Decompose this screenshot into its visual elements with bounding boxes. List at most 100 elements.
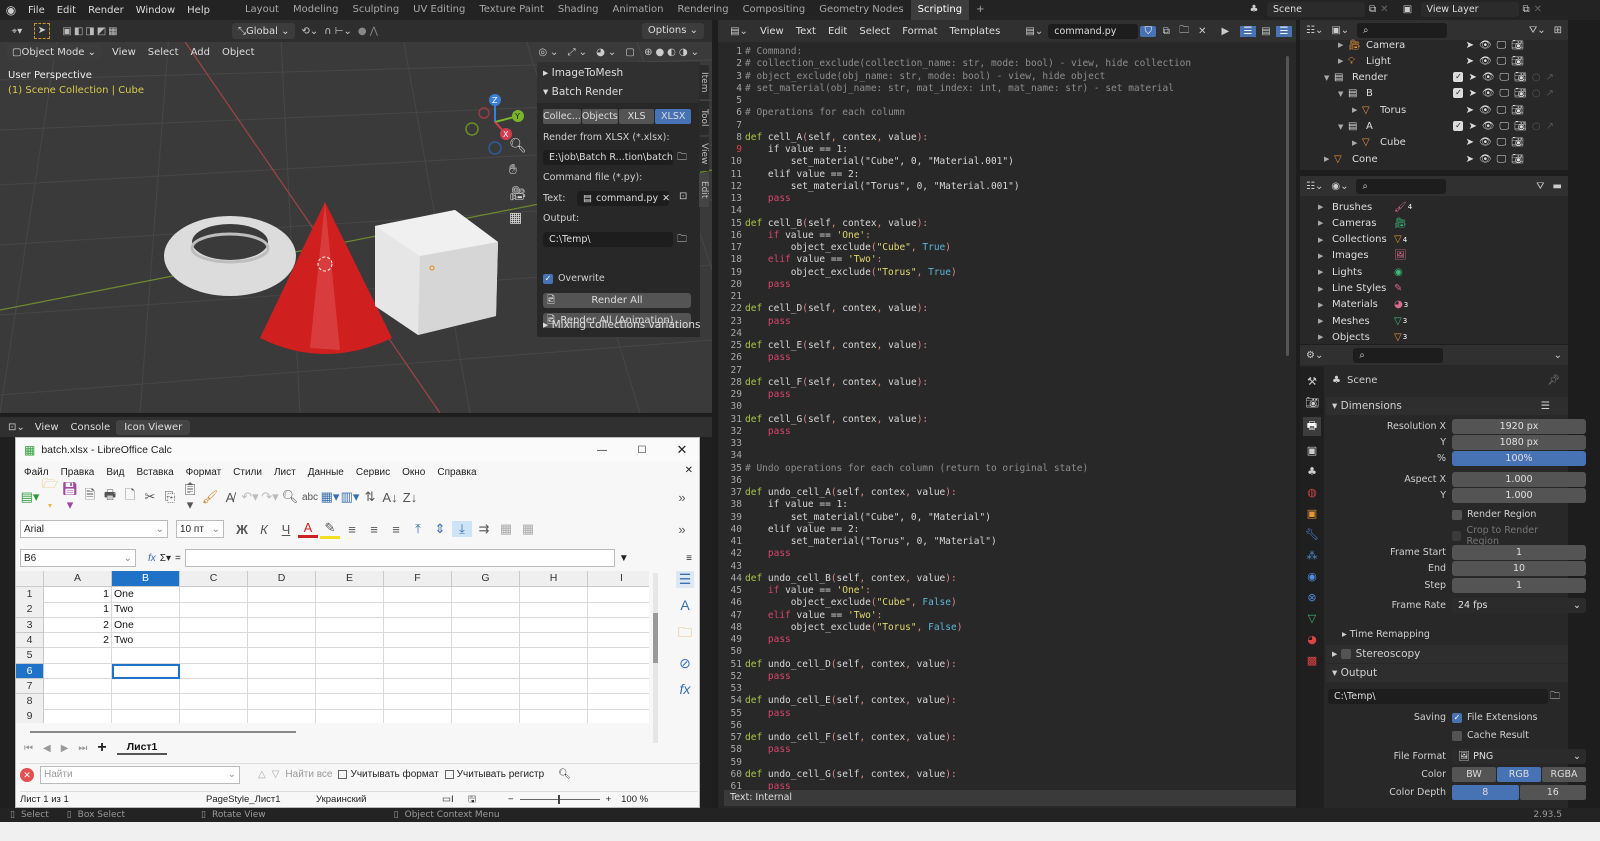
code-line[interactable]: 57 def undo_cell_F(self, contex, value):	[724, 732, 1284, 744]
row-header[interactable]: 9	[16, 709, 44, 723]
code-line[interactable]: 1 # Command:	[724, 46, 1284, 58]
editor-menu-format[interactable]: Format	[896, 26, 943, 37]
cell-c6[interactable]	[180, 663, 248, 679]
console-menu-icon-viewer[interactable]: Icon Viewer	[116, 419, 191, 435]
cell-d6[interactable]	[248, 663, 316, 679]
object-tab-icon[interactable]: ▣	[1307, 507, 1317, 520]
cell-b8[interactable]	[112, 694, 180, 710]
editor-type-icon[interactable]: ☷⌄	[1306, 181, 1323, 192]
code-line[interactable]: 33	[724, 438, 1284, 450]
pivot-icon[interactable]: ⟲⌄	[301, 26, 318, 37]
find-previous-icon[interactable]: △	[258, 769, 266, 780]
cell-c4[interactable]	[180, 632, 248, 649]
sidebar-tab-view[interactable]: View	[699, 137, 709, 171]
code-line[interactable]: 3 # object_exclude(obj_name: str, mode: b…	[724, 71, 1284, 83]
ortho-toggle-icon[interactable]: ▦	[509, 210, 527, 226]
code-line[interactable]: 22 def cell_D(self, contex, value):	[724, 303, 1284, 315]
render-icon[interactable]: 📷︎	[1514, 72, 1527, 83]
exclude-checkbox[interactable]: ✓	[1453, 121, 1464, 131]
expand-icon[interactable]: ▶	[1318, 333, 1328, 341]
cell-h8[interactable]	[520, 694, 588, 710]
selectable-icon[interactable]: ➤	[1466, 105, 1474, 116]
editor-menu-text[interactable]: Text	[790, 26, 822, 37]
calc-menu-item[interactable]: Правка	[55, 467, 101, 478]
row-header[interactable]: 4	[16, 632, 44, 649]
cell-i7[interactable]	[588, 679, 649, 695]
console-menu-console[interactable]: Console	[65, 422, 117, 433]
batch-tab-objects[interactable]: Objects	[581, 109, 618, 124]
cell-d1[interactable]	[248, 587, 316, 603]
select-all-corner[interactable]	[16, 571, 44, 587]
sum-icon[interactable]: Σ▾	[160, 553, 171, 564]
render-icon[interactable]: 📷︎	[1514, 121, 1527, 132]
properties-deck-icon[interactable]: ☰	[675, 571, 695, 588]
code-line[interactable]: 45 if value == 'One':	[724, 585, 1284, 597]
editor-type-icon[interactable]: ⌖▾	[6, 26, 28, 37]
code-line[interactable]: 27	[724, 365, 1284, 377]
font-color-icon[interactable]: A	[298, 520, 318, 538]
code-line[interactable]: 51 def undo_cell_D(self, contex, value):	[724, 659, 1284, 671]
tab-compositing[interactable]: Compositing	[736, 0, 813, 20]
cell-d8[interactable]	[248, 694, 316, 710]
orphan-icon[interactable]: ▬	[1553, 181, 1562, 192]
cut-icon[interactable]: ✂	[140, 489, 160, 505]
syntax-highlight-toggle-icon[interactable]: ☰	[1276, 25, 1292, 37]
cell-c7[interactable]	[180, 678, 248, 695]
viewport-display-icon[interactable]: 🖵	[1497, 56, 1507, 67]
cell-c5[interactable]	[180, 648, 248, 664]
undo-icon[interactable]: ↶▾	[240, 489, 260, 505]
cell-a4[interactable]: 2	[44, 632, 112, 649]
outliner-search-field[interactable]: ⌕	[1357, 22, 1448, 38]
properties-search-field[interactable]: ⌕	[1353, 347, 1444, 363]
render-icon[interactable]: 📷︎	[1511, 40, 1524, 51]
merge-cells-icon[interactable]: ▦	[496, 521, 516, 537]
code-line[interactable]: 32 pass	[724, 426, 1284, 438]
select-mode-icons[interactable]: ▣◧◨◩▦	[56, 26, 126, 37]
blend-item-lights[interactable]: ▶ Lights ◉	[1300, 264, 1568, 280]
cell-e7[interactable]	[316, 678, 384, 695]
align-middle-icon[interactable]: ⇕	[430, 521, 450, 537]
clone-formatting-icon[interactable]: 🖌︎	[200, 489, 220, 505]
viewport-display-icon[interactable]: 🖵	[1500, 88, 1510, 99]
row-header[interactable]: 8	[16, 694, 44, 710]
expand-icon[interactable]: ▶	[1338, 41, 1348, 49]
cell-d2[interactable]	[248, 602, 316, 618]
code-line[interactable]: 31 def cell_G(self, contex, value):	[724, 414, 1284, 426]
cell-i4[interactable]	[588, 633, 649, 649]
column-header-c[interactable]: C	[180, 571, 248, 587]
open-text-icon[interactable]: 🗀	[1176, 23, 1192, 40]
frame-start-field[interactable]: 1	[1452, 545, 1586, 560]
code-line[interactable]: 60 def undo_cell_G(self, contex, value):	[724, 769, 1284, 781]
code-line[interactable]: 14	[724, 205, 1284, 217]
render-icon[interactable]: 📷︎	[1511, 154, 1524, 165]
sheet-tab[interactable]: Лист1	[116, 741, 168, 755]
expand-icon[interactable]: ▶	[1318, 219, 1328, 227]
code-area[interactable]: 1 # Command: 2 # collection_exclude(collect…	[724, 42, 1292, 790]
eye-icon[interactable]: 👁︎	[1482, 121, 1495, 132]
selectable-icon[interactable]: ➤	[1466, 56, 1474, 67]
pin-icon[interactable]: 📌︎	[1547, 375, 1560, 386]
expand-icon[interactable]: ▼	[1324, 74, 1334, 82]
code-line[interactable]: 10 set_material("Cube", 0, "Material.001…	[724, 156, 1284, 168]
code-line[interactable]: 2 # collection_exclude(collection_name: s…	[724, 58, 1284, 70]
render-icon[interactable]: 📷︎	[1514, 88, 1527, 99]
outliner-item-cube[interactable]: ▶ ▽ Cube ➤ 👁︎ 🖵 📷︎	[1300, 135, 1562, 151]
eye-icon[interactable]: 👁︎	[1479, 154, 1492, 165]
tab-layout[interactable]: Layout	[238, 0, 286, 20]
row-header[interactable]: 6	[16, 663, 44, 679]
new-text-icon[interactable]: ⊡	[679, 191, 687, 202]
code-line[interactable]: 7	[724, 120, 1284, 132]
expand-icon[interactable]: ▼	[1338, 123, 1348, 131]
code-line[interactable]: 56	[724, 720, 1284, 732]
cell-h1[interactable]	[520, 587, 588, 603]
find-all-button[interactable]: Найти все	[285, 769, 332, 780]
cell-b9[interactable]	[112, 709, 180, 723]
code-line[interactable]: 50	[724, 646, 1284, 658]
row-header[interactable]: 2	[16, 602, 44, 618]
code-line[interactable]: 18 elif value == 'Two':	[724, 254, 1284, 266]
cell-e8[interactable]	[316, 694, 384, 710]
eye-icon[interactable]: 👁︎	[1482, 88, 1495, 99]
cell-i3[interactable]	[588, 618, 649, 634]
close-find-icon[interactable]: ✕	[20, 767, 34, 782]
code-line[interactable]: 12 set_material("Torus", 0, "Material.00…	[724, 181, 1284, 193]
